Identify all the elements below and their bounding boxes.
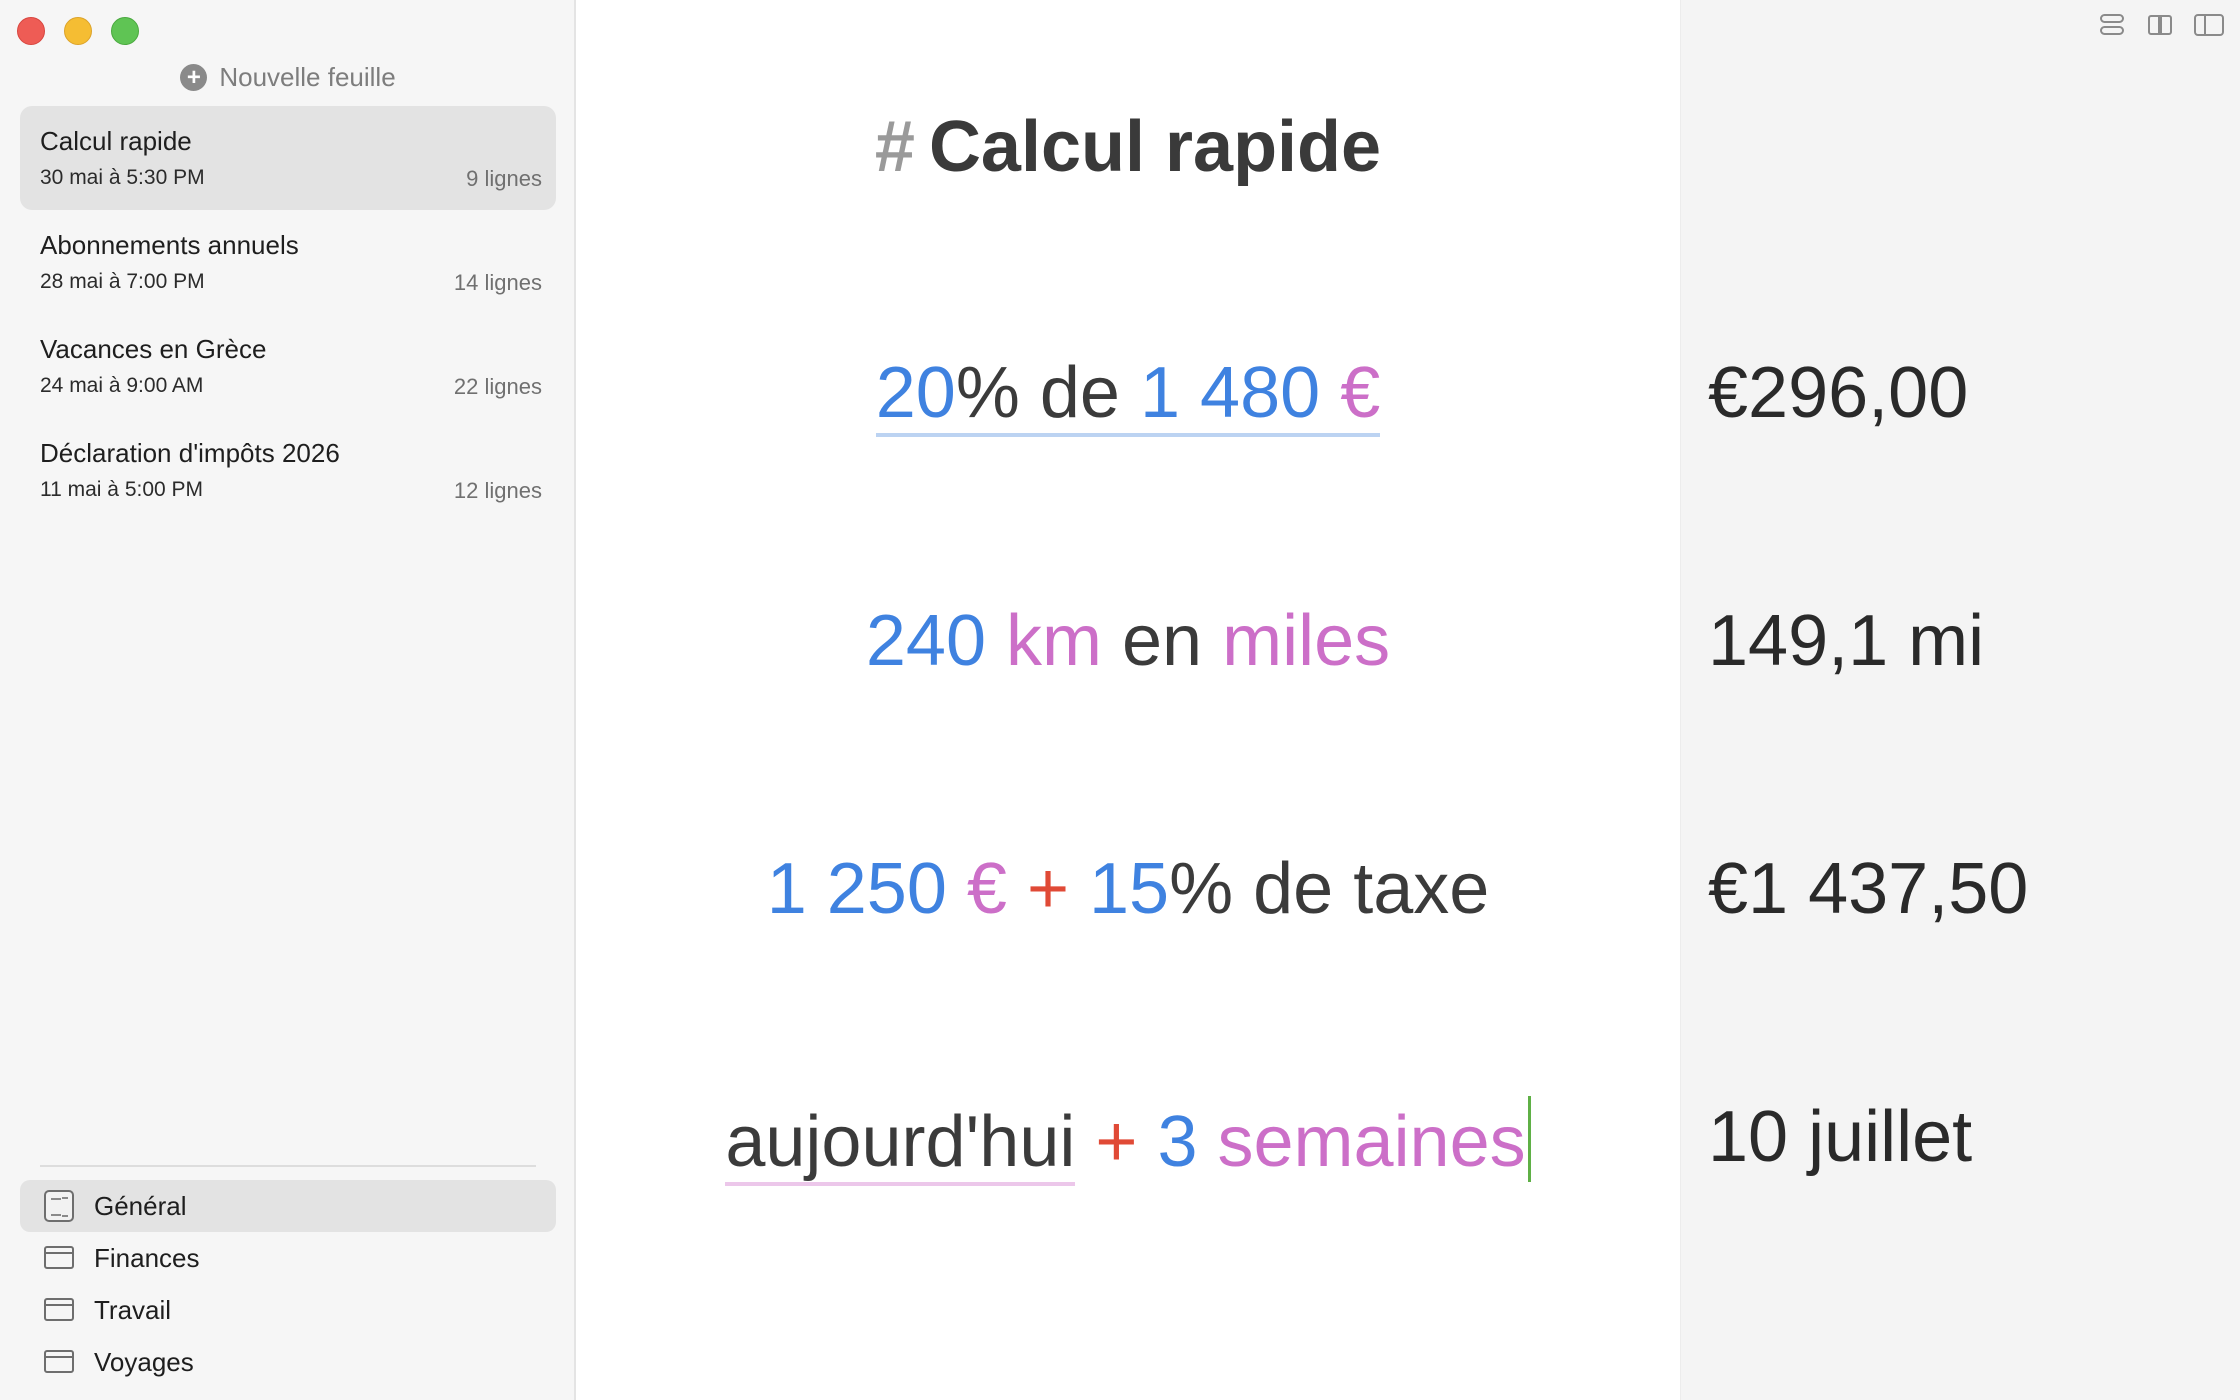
sheet-item-vacances-en-grece[interactable]: Vacances en Grèce 24 mai à 9:00 AM 22 li… [20,314,556,418]
folder-label: Finances [94,1242,200,1273]
sheet-date: 11 mai à 5:00 PM [40,478,204,501]
folder-icon [44,1350,74,1373]
unit-token: km [1006,601,1102,681]
number-token: 1 480 [1139,353,1321,433]
minimize-button[interactable] [64,17,92,45]
sidebar-divider [40,1165,536,1167]
keyword-token: % de [955,353,1120,433]
sidebar-icon[interactable] [2194,14,2224,36]
editor[interactable]: # Calcul rapide 20% de 1 480 € 240 km en … [576,0,1680,1400]
folder-icon [44,1246,74,1269]
app-window: + Nouvelle feuille Calcul rapide 30 mai … [0,0,2240,1400]
close-button[interactable] [17,17,45,45]
sheet-date: 24 mai à 9:00 AM [40,374,204,397]
expression-line-2[interactable]: 240 km en miles [576,600,1680,682]
sheet-title: Déclaration d'impôts 2026 [40,438,340,468]
new-sheet-button[interactable]: + Nouvelle feuille [0,60,576,94]
unit-token: € [1340,353,1381,433]
expression-line-1[interactable]: 20% de 1 480 € [576,352,1680,437]
operator-token: + [1095,1102,1138,1182]
sheet-line-count: 12 lignes [453,478,542,503]
toggles-icon[interactable] [2098,12,2128,38]
number-token: 240 [865,601,986,681]
sheet-title: Vacances en Grèce [40,334,267,364]
folder-item-general[interactable]: Général [20,1180,556,1232]
folder-list: Général Finances Travail Voyages [20,1180,556,1388]
heading-text: Calcul rapide [928,107,1382,187]
sheet-heading: # Calcul rapide [576,106,1680,188]
sidebar: + Nouvelle feuille Calcul rapide 30 mai … [0,0,576,1400]
number-token: 1 250 [766,849,947,929]
sheet-line-count: 9 lignes [466,166,542,191]
folder-item-travail[interactable]: Travail [20,1284,556,1336]
folder-item-voyages[interactable]: Voyages [20,1336,556,1388]
window-controls [17,17,139,45]
expression-line-3[interactable]: 1 250 € + 15% de taxe [576,848,1680,930]
result-line-3: €1 437,50 [1708,849,2029,929]
zoom-button[interactable] [111,17,139,45]
book-icon[interactable] [2146,12,2176,38]
new-sheet-label: Nouvelle feuille [219,61,396,92]
sheet-line-count: 14 lignes [453,270,542,295]
text-caret [1527,1096,1531,1182]
folder-label: Travail [94,1294,172,1325]
sheet-item-calcul-rapide[interactable]: Calcul rapide 30 mai à 5:30 PM 9 lignes [20,106,556,210]
operator-token: + [1026,849,1069,929]
results-pane: €296,00 149,1 mi €1 437,50 10 juillet [1680,0,2240,1400]
number-token: 20 [875,353,956,433]
result-line-2: 149,1 mi [1708,601,1985,681]
number-token: 3 [1157,1102,1198,1182]
sheet-title: Calcul rapide [40,126,192,156]
notebook-icon [44,1190,74,1222]
sheet-item-abonnements-annuels[interactable]: Abonnements annuels 28 mai à 7:00 PM 14 … [20,210,556,314]
sheet-date: 28 mai à 7:00 PM [40,270,205,293]
heading-hash: # [874,107,915,187]
toolbar [2098,12,2224,38]
plus-circle-icon: + [180,63,208,91]
keyword-token: aujourd'hui [725,1102,1076,1186]
unit-token: miles [1222,601,1391,681]
result-line-1: €296,00 [1708,353,1969,433]
sheet-title: Abonnements annuels [40,230,299,260]
result-line-4: 10 juillet [1708,1097,1973,1177]
folder-item-finances[interactable]: Finances [20,1232,556,1284]
keyword-token: en [1122,601,1203,681]
sheet-line-count: 22 lignes [453,374,542,399]
number-token: 15 [1089,849,1170,929]
unit-token: semaines [1217,1102,1526,1182]
folder-icon [44,1298,74,1321]
sheet-item-declaration-impots[interactable]: Déclaration d'impôts 2026 11 mai à 5:00 … [20,418,556,522]
folder-label: Voyages [94,1346,194,1377]
percent-expression: 20% de 1 480 € [875,353,1381,437]
sheet-date: 30 mai à 5:30 PM [40,166,205,189]
unit-token: € [966,849,1007,929]
expression-line-4[interactable]: aujourd'hui + 3 semaines [576,1096,1680,1186]
folder-label: Général [94,1190,187,1221]
keyword-token: % de taxe [1169,849,1490,929]
sheet-list: Calcul rapide 30 mai à 5:30 PM 9 lignes … [20,106,556,522]
